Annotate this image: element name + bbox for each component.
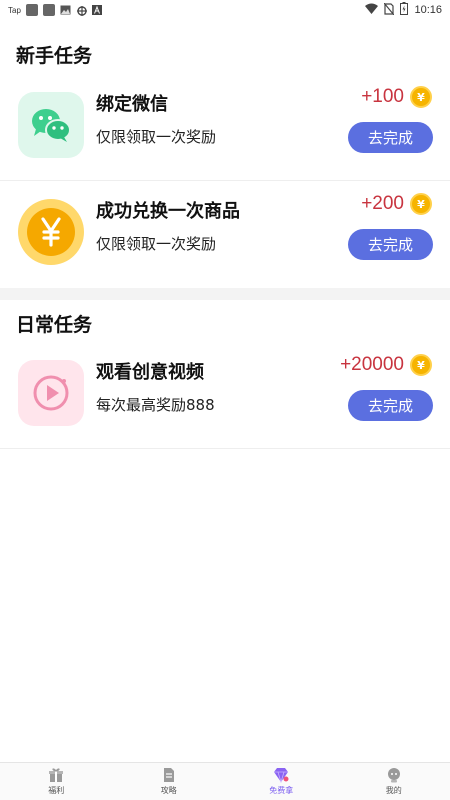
reward-amount: +200 (361, 193, 404, 214)
reward-amount: +20000 (340, 354, 404, 375)
diamond-icon (273, 767, 289, 784)
nav-label: 我的 (385, 786, 402, 795)
reward-amount: +100 (361, 86, 404, 107)
wechat-icon (18, 92, 84, 158)
status-time: 10:16 (414, 4, 442, 16)
bottom-nav: 福利 攻略 免费拿 我的 (0, 762, 450, 800)
document-icon (161, 767, 177, 783)
task-reward: +200 ¥ (361, 193, 432, 215)
task-row: 绑定微信 仅限领取一次奖励 +100 ¥ 去完成 (0, 74, 450, 181)
status-right-icons: 10:16 (365, 2, 442, 18)
status-left-icons: Tap (8, 4, 103, 16)
bug-icon (76, 5, 87, 16)
nav-label: 免费拿 (269, 786, 294, 795)
wifi-icon (365, 3, 379, 17)
nav-item-free[interactable]: 免费拿 (225, 763, 338, 800)
coin-icon: ¥ (410, 193, 432, 215)
task-title: 观看创意视频 (96, 362, 204, 383)
task-title: 成功兑换一次商品 (96, 201, 240, 222)
complete-task-button[interactable]: 去完成 (348, 122, 433, 153)
task-title: 绑定微信 (96, 94, 168, 115)
image-icon (60, 5, 71, 15)
nav-item-guide[interactable]: 攻略 (113, 763, 226, 800)
task-reward: +100 ¥ (361, 86, 432, 108)
complete-task-button[interactable]: 去完成 (348, 229, 433, 260)
status-bar: Tap 10:16 (0, 0, 450, 20)
nav-label: 攻略 (160, 786, 177, 795)
notification-app-icon (25, 4, 38, 16)
nav-label: 福利 (48, 786, 65, 795)
nav-item-mine[interactable]: 我的 (338, 763, 450, 800)
task-row: 成功兑换一次商品 仅限领取一次奖励 +200 ¥ 去完成 (0, 181, 450, 288)
play-video-icon (18, 360, 84, 426)
section-separator (0, 288, 450, 300)
task-description: 每次最高奖励888 (96, 396, 215, 414)
status-tap-label: Tap (8, 5, 21, 15)
coin-icon: ¥ (410, 86, 432, 108)
section-title-daily: 日常任务 (16, 314, 93, 336)
no-sim-icon (384, 2, 395, 18)
section-title-newbie: 新手任务 (16, 45, 93, 67)
task-description: 仅限领取一次奖励 (96, 235, 217, 253)
battery-icon (400, 2, 409, 18)
complete-task-button[interactable]: 去完成 (348, 390, 433, 421)
nav-item-welfare[interactable]: 福利 (0, 763, 113, 800)
coin-icon: ¥ (410, 354, 432, 376)
task-description: 仅限领取一次奖励 (96, 128, 217, 146)
divider (0, 448, 450, 449)
task-row: 观看创意视频 每次最高奖励888 +20000 ¥ 去完成 (0, 342, 450, 449)
profile-icon (386, 767, 402, 783)
notification-app-icon (42, 4, 55, 16)
gift-icon (48, 767, 64, 783)
yuan-coin-icon (18, 199, 84, 265)
task-reward: +20000 ¥ (340, 354, 432, 376)
font-a-icon (91, 5, 103, 15)
